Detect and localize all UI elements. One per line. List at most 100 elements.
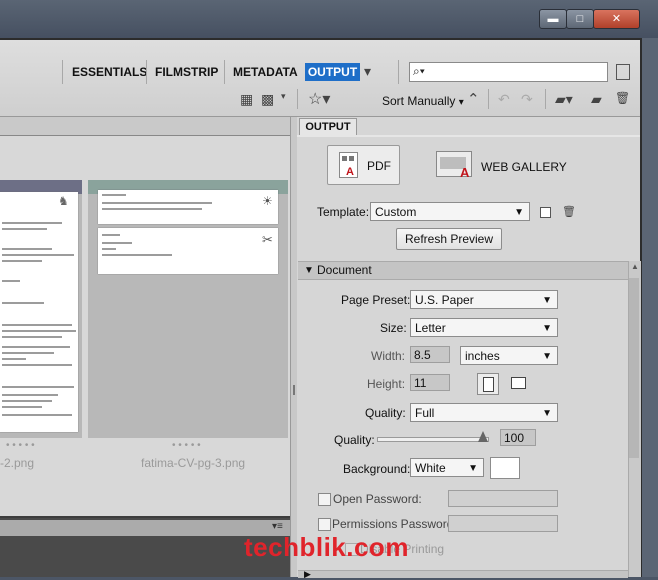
document-card: ☀: [98, 190, 278, 224]
refresh-preview-button[interactable]: Refresh Preview: [396, 228, 502, 250]
web-gallery-button[interactable]: WEB GALLERY: [481, 160, 567, 174]
content-panel-header: [0, 117, 290, 136]
unit-value: inches: [465, 349, 500, 363]
pdf-icon: A: [339, 152, 358, 178]
permissions-password-field[interactable]: [448, 515, 558, 532]
chevron-down-icon: ▼: [514, 207, 524, 218]
tab-underline: [297, 135, 640, 137]
page-preset-dropdown[interactable]: U.S. Paper ▼: [410, 290, 558, 309]
document-thumbnail[interactable]: ♞: [0, 192, 78, 432]
rotate-right-icon[interactable]: ↷: [521, 91, 533, 108]
workspace-essentials[interactable]: ESSENTIALS: [72, 65, 147, 79]
toolbar-separator: [146, 60, 147, 84]
scrollbar-thumb[interactable]: [629, 278, 639, 458]
height-field[interactable]: 11: [410, 374, 450, 391]
height-label: Height:: [367, 377, 406, 391]
document-section-title: Document: [317, 263, 372, 277]
thumbnail-caption[interactable]: fatima-CV-pg-3.png: [141, 456, 245, 470]
search-icon[interactable]: ⌕▾: [413, 64, 425, 79]
template-dropdown[interactable]: Custom ▼: [370, 202, 530, 221]
rating-dots[interactable]: • • • • •: [172, 440, 201, 451]
tools-icon: ✂: [262, 232, 273, 247]
portrait-orientation-icon[interactable]: [477, 373, 499, 395]
rating-dots[interactable]: • • • • •: [6, 440, 35, 451]
rotate-left-icon[interactable]: ↶: [498, 91, 510, 108]
top-toolbar: ESSENTIALS FILMSTRIP METADATA OUTPUT ▾ ⌕…: [0, 40, 640, 117]
star-rating-icon[interactable]: ☆▾: [308, 89, 330, 109]
quality-value-field[interactable]: 100: [500, 429, 536, 446]
document-card: ✂: [98, 228, 278, 274]
landscape-orientation-icon[interactable]: [508, 373, 528, 393]
open-password-field[interactable]: [448, 490, 558, 507]
filter-items-icon[interactable]: ▦: [240, 91, 253, 108]
toolbar-separator: [297, 89, 298, 109]
new-folder-icon[interactable]: ▰: [591, 91, 602, 108]
pdf-button[interactable]: A PDF: [327, 145, 400, 185]
background-color-swatch[interactable]: [490, 457, 520, 479]
thumbnail-quality-icon[interactable]: ▩: [261, 91, 274, 108]
delete-template-icon[interactable]: 🗑: [562, 205, 576, 218]
save-template-icon[interactable]: [540, 207, 551, 218]
maximize-button[interactable]: □: [566, 9, 594, 29]
pdf-label: PDF: [367, 159, 391, 173]
compact-mode-icon[interactable]: [616, 64, 630, 80]
chevron-down-icon: ▼: [542, 408, 552, 419]
quality-dropdown[interactable]: Full ▼: [410, 403, 558, 422]
chevron-down-icon[interactable]: ▾: [281, 91, 286, 102]
scroll-up-icon[interactable]: ▲: [631, 262, 639, 271]
workspace-output[interactable]: OUTPUT: [305, 63, 360, 81]
chevron-right-icon: ▶: [304, 569, 311, 579]
window-border: [642, 38, 658, 577]
web-gallery-icon[interactable]: A: [436, 151, 472, 180]
slider-thumb[interactable]: [478, 431, 488, 442]
background-dropdown[interactable]: White ▼: [410, 458, 484, 477]
tab-output[interactable]: OUTPUT: [299, 118, 357, 136]
panel-menu-icon[interactable]: ▾≡: [272, 521, 283, 532]
workspace-metadata[interactable]: METADATA: [233, 65, 298, 79]
slider-track: [377, 437, 489, 442]
thumbnail-cell[interactable]: ♞: [0, 180, 82, 438]
figure-icon: ♞: [58, 194, 69, 208]
size-dropdown[interactable]: Letter ▼: [410, 318, 558, 337]
permissions-password-checkbox[interactable]: [318, 518, 331, 531]
open-password-label: Open Password:: [333, 492, 422, 506]
permissions-password-label: Permissions Password:: [332, 517, 457, 531]
chevron-down-icon: ▼: [542, 323, 552, 334]
width-label: Width:: [371, 349, 406, 363]
toolbar-separator: [398, 60, 399, 84]
size-value: Letter: [415, 321, 446, 335]
page-preset-label: Page Preset:: [341, 293, 411, 307]
chevron-down-icon: ▾: [458, 97, 464, 108]
toolbar-separator: [488, 89, 489, 109]
watermark-text: techblik.com: [244, 532, 409, 562]
toolbar-separator: [224, 60, 225, 84]
size-label: Size:: [380, 321, 407, 335]
unit-dropdown[interactable]: inches ▼: [460, 346, 558, 365]
toolbar-separator: [62, 60, 63, 84]
background-value: White: [415, 461, 446, 475]
search-input[interactable]: ⌕▾: [409, 62, 608, 82]
document-section-header[interactable]: ▼ Document: [298, 261, 628, 280]
workspace-filmstrip[interactable]: FILMSTRIP: [155, 65, 218, 79]
open-password-checkbox[interactable]: [318, 493, 331, 506]
open-recent-folder-icon[interactable]: ▰▾: [555, 91, 573, 108]
chevron-down-icon: ▼: [542, 295, 552, 306]
trash-icon[interactable]: 🗑: [615, 91, 630, 105]
quality-label: Quality:: [365, 406, 406, 420]
toolbar-separator: [545, 89, 546, 109]
thumbnail-grid[interactable]: ♞ ☀ ✂ • • • • • • • • • • -2.png fatima-…: [0, 136, 290, 516]
thumbnail-caption[interactable]: -2.png: [0, 456, 34, 470]
thumbnail-cell[interactable]: ☀ ✂: [88, 180, 288, 438]
close-button[interactable]: ✕: [593, 9, 640, 29]
quality-value: Full: [415, 406, 435, 420]
minimize-button[interactable]: ▬: [539, 9, 567, 29]
chevron-down-icon: ▼: [468, 463, 478, 474]
page-preset-value: U.S. Paper: [415, 293, 474, 307]
sort-ascending-icon[interactable]: ⌃: [467, 90, 480, 108]
quality-slider-label: Quality:: [334, 433, 375, 447]
quality-slider[interactable]: [377, 431, 489, 445]
workspace-menu-chevron-icon[interactable]: ▾: [364, 63, 371, 80]
sort-dropdown[interactable]: Sort Manually ▾: [382, 94, 464, 108]
width-field[interactable]: 8.5: [410, 346, 450, 363]
background-label: Background:: [343, 462, 411, 476]
